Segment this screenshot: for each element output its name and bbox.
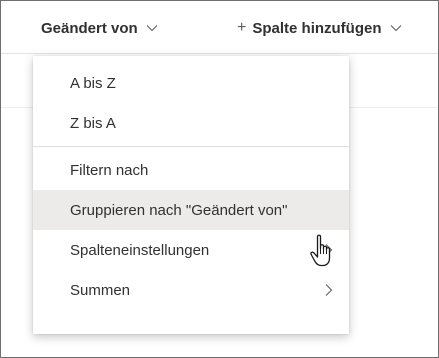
menu-divider	[33, 146, 349, 147]
menu-item-totals[interactable]: Summen	[33, 270, 349, 310]
chevron-down-icon	[146, 25, 158, 32]
menu-item-label: A bis Z	[70, 74, 116, 92]
menu-item-group-by[interactable]: Gruppieren nach "Geändert von"	[33, 190, 349, 230]
chevron-right-icon	[325, 284, 333, 296]
add-column-button[interactable]: + Spalte hinzufügen	[237, 17, 403, 39]
add-column-label: Spalte hinzufügen	[252, 19, 382, 37]
column-header-row: Geändert von + Spalte hinzufügen	[1, 1, 438, 54]
menu-item-label: Gruppieren nach "Geändert von"	[70, 201, 288, 219]
column-header-label: Geändert von	[41, 19, 138, 37]
menu-item-label: Filtern nach	[70, 161, 149, 179]
menu-item-sort-a-to-z[interactable]: A bis Z	[33, 63, 349, 103]
menu-item-label: Spalteneinstellungen	[70, 241, 210, 259]
menu-item-label: Summen	[70, 281, 131, 299]
plus-icon: +	[237, 19, 247, 36]
hand-cursor-icon	[310, 234, 331, 267]
menu-item-column-settings[interactable]: Spalteneinstellungen	[33, 230, 349, 270]
menu-item-sort-z-to-a[interactable]: Z bis A	[33, 103, 349, 143]
menu-item-filter-by[interactable]: Filtern nach	[33, 150, 349, 190]
column-header-changed-by[interactable]: Geändert von	[41, 17, 159, 39]
column-context-menu: A bis Z Z bis A Filtern nach Gruppieren …	[33, 56, 349, 334]
chevron-down-icon	[390, 25, 401, 32]
menu-item-label: Z bis A	[70, 114, 116, 132]
list-view: Geändert von + Spalte hinzufügen A bis Z…	[0, 0, 439, 358]
